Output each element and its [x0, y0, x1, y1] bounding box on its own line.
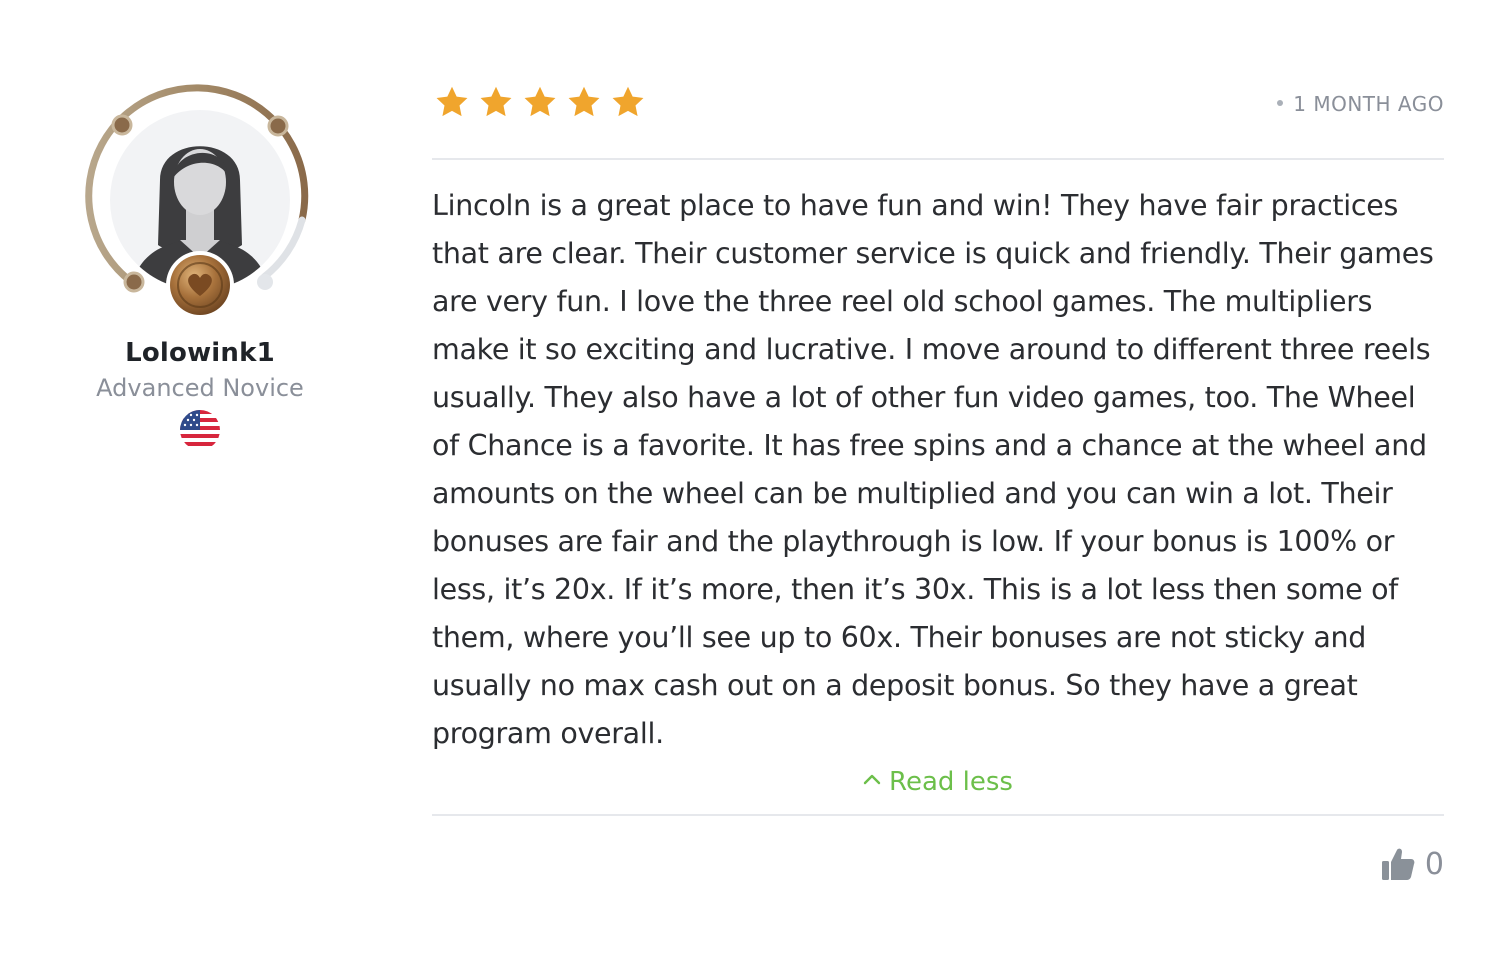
- us-flag-icon: [180, 410, 220, 450]
- bullet-icon: [1277, 99, 1284, 106]
- review-footer: 0: [432, 816, 1444, 906]
- star-rating: [434, 84, 646, 120]
- review-header: 1 MONTH AGO: [432, 80, 1444, 160]
- reviewer-username[interactable]: Lolowink1: [80, 338, 320, 368]
- star-icon: [480, 86, 512, 117]
- review-card: Lolowink1 Advanced Novice 1 MONTH AGO Li…: [0, 0, 1506, 980]
- review-body: 1 MONTH AGO Lincoln is a great place to …: [432, 80, 1444, 906]
- like-button[interactable]: 0: [1381, 846, 1444, 882]
- avatar-icon: [85, 84, 309, 319]
- star-icon: [568, 86, 600, 117]
- read-less-link[interactable]: Read less: [432, 762, 1444, 802]
- avatar[interactable]: [80, 80, 320, 320]
- reviewer-profile: Lolowink1 Advanced Novice: [80, 80, 320, 450]
- review-time-ago: 1 MONTH AGO: [1293, 92, 1444, 116]
- read-less-label: Read less: [889, 767, 1013, 797]
- reviewer-level: Advanced Novice: [96, 374, 304, 402]
- star-icon: [612, 86, 644, 117]
- review-text: Lincoln is a great place to have fun and…: [432, 189, 1434, 750]
- like-count: 0: [1424, 846, 1444, 882]
- star-icon: [524, 86, 556, 117]
- star-icon: [436, 86, 468, 117]
- chevron-up-icon: [863, 774, 881, 784]
- review-date: 1 MONTH AGO: [1277, 92, 1444, 116]
- thumbs-up-icon: [1381, 848, 1415, 880]
